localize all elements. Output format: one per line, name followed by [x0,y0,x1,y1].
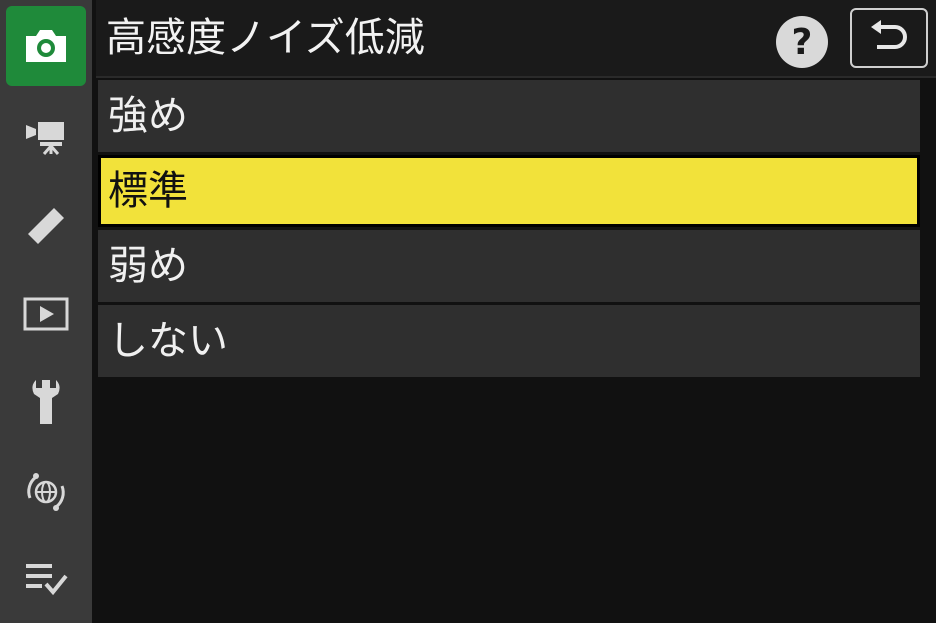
sidebar-item-setup[interactable] [6,362,86,442]
pencil-icon [28,208,64,244]
sidebar-item-my-menu[interactable] [6,538,86,618]
page-title: 高感度ノイズ低減 [106,15,425,61]
sidebar-item-movie-shooting[interactable] [6,96,86,176]
option-list: 強め 標準 弱め しない [98,80,920,380]
sidebar-item-network[interactable] [6,452,86,532]
wrench-icon [32,380,60,424]
option-label: 弱め [108,243,188,289]
sidebar-item-playback[interactable] [6,274,86,354]
option-label: 標準 [108,168,188,214]
camera-icon [26,30,66,62]
movie-camera-icon [26,122,64,155]
help-icon: ? [791,21,813,63]
option-high[interactable]: 強め [98,80,920,152]
option-label: しない [108,318,228,364]
menu-header: 高感度ノイズ低減 ? [96,0,936,78]
help-button[interactable]: ? [776,16,828,68]
network-icon [27,473,65,511]
sidebar-item-photo-shooting[interactable] [6,6,86,86]
return-arrow-icon [871,20,907,49]
my-menu-icon [26,564,68,596]
sidebar [0,0,92,623]
option-label: 強め [108,93,188,139]
back-button[interactable] [850,8,928,68]
option-low[interactable]: 弱め [98,230,920,302]
playback-icon [23,297,69,331]
option-normal[interactable]: 標準 [98,155,920,227]
sidebar-item-custom-settings[interactable] [6,186,86,266]
option-off[interactable]: しない [98,305,920,377]
